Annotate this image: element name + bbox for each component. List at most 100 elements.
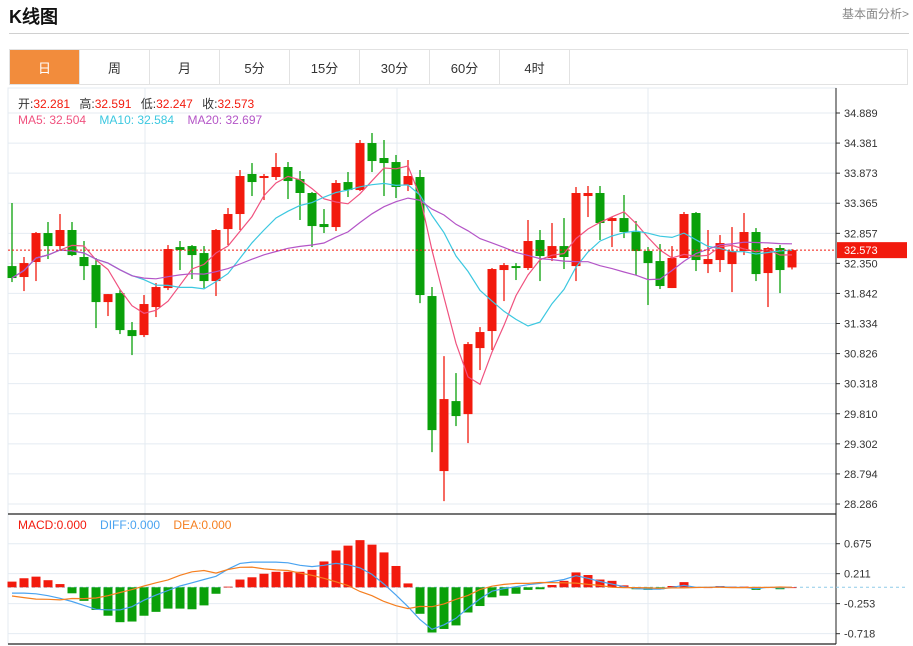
ohlc-legend: 开:32.281 高:32.591 低:32.247 收:32.573 xyxy=(18,95,264,112)
macd-bar xyxy=(271,571,281,588)
macd-y-tick-label: -0.253 xyxy=(844,599,875,611)
macd-y-tick-label: 0.211 xyxy=(844,569,871,581)
macd-bar xyxy=(547,584,557,588)
close-value: 32.573 xyxy=(217,97,255,111)
candle xyxy=(19,257,29,292)
low-value: 32.247 xyxy=(156,97,193,111)
candle xyxy=(487,268,497,351)
candle-body xyxy=(91,265,101,303)
candle-body xyxy=(175,247,185,251)
macd-bar xyxy=(283,571,293,588)
candle xyxy=(247,163,257,197)
y-tick-label: 28.794 xyxy=(844,469,878,481)
candle xyxy=(271,153,281,181)
candle xyxy=(307,192,317,248)
close-label: 收: xyxy=(202,97,218,111)
open-label: 开: xyxy=(18,97,34,111)
macd-bar xyxy=(571,572,581,588)
candle-body xyxy=(79,257,89,267)
candle-body xyxy=(451,401,461,417)
candle xyxy=(463,342,473,444)
macd-bar xyxy=(355,540,365,588)
candle xyxy=(535,230,545,282)
candle xyxy=(643,247,653,306)
candle-body xyxy=(43,233,53,247)
y-tick-label: 33.365 xyxy=(844,198,878,210)
candle-body xyxy=(787,250,797,268)
candle xyxy=(235,170,245,231)
y-tick-label: 32.350 xyxy=(844,258,878,270)
candle xyxy=(55,214,65,251)
y-tick-label: 33.873 xyxy=(844,168,878,180)
ma20-value: MA20: 32.697 xyxy=(187,113,263,127)
low-label: 低: xyxy=(140,97,157,111)
candle-body xyxy=(475,332,485,349)
ma10-value: MA10: 32.584 xyxy=(99,113,175,127)
candle-body xyxy=(571,193,581,267)
candle xyxy=(475,327,485,371)
macd-bar xyxy=(19,578,29,588)
candle-body xyxy=(619,218,629,233)
candle-body xyxy=(307,193,317,227)
candle-body xyxy=(391,162,401,188)
macd-bar xyxy=(415,587,425,614)
y-tick-label: 30.318 xyxy=(844,379,878,391)
candle-body xyxy=(103,294,113,303)
candle xyxy=(343,172,353,198)
candle-body xyxy=(379,158,389,164)
macd-bar xyxy=(367,544,377,588)
candle xyxy=(607,217,617,248)
candle-body xyxy=(271,167,281,178)
macd-y-tick-label: -0.718 xyxy=(844,629,875,641)
candle xyxy=(775,245,785,294)
macd-bar xyxy=(307,569,317,588)
candle xyxy=(619,195,629,239)
candle xyxy=(595,186,605,241)
candle xyxy=(367,133,377,173)
candle-body xyxy=(559,246,569,258)
candle xyxy=(703,230,713,274)
candle xyxy=(499,263,509,302)
candle-body xyxy=(223,214,233,230)
candle-body xyxy=(535,240,545,257)
candle xyxy=(7,203,17,283)
candle-body xyxy=(367,143,377,162)
macd-bar xyxy=(427,587,437,633)
macd-bar xyxy=(175,587,185,609)
high-label: 高: xyxy=(79,97,95,111)
macd-bar xyxy=(559,580,569,588)
candle-body xyxy=(199,253,209,282)
candle xyxy=(631,221,641,276)
candle-body xyxy=(331,182,341,228)
y-tick-label: 30.826 xyxy=(844,349,878,361)
candle xyxy=(727,227,737,293)
candle xyxy=(319,209,329,234)
macd-bar xyxy=(403,583,413,588)
candle xyxy=(523,220,533,271)
macd-bar xyxy=(583,575,593,588)
candle-body xyxy=(439,399,449,472)
candle xyxy=(511,263,521,281)
macd-bar xyxy=(55,584,65,588)
macd-bar xyxy=(103,587,113,616)
macd-bar xyxy=(487,587,497,598)
macd-bar xyxy=(523,587,533,590)
candle-body xyxy=(487,269,497,332)
candle xyxy=(583,186,593,218)
candle xyxy=(763,247,773,308)
candle xyxy=(331,180,341,232)
candle xyxy=(283,162,293,200)
chart-frame xyxy=(7,87,837,645)
candle xyxy=(211,229,221,297)
y-tick-label: 34.381 xyxy=(844,138,878,150)
candle-body xyxy=(283,167,293,182)
macd-y-tick-label: 0.675 xyxy=(844,539,872,551)
candle xyxy=(787,249,797,270)
candle xyxy=(151,283,161,318)
candle-body xyxy=(631,232,641,252)
open-value: 32.281 xyxy=(33,97,71,111)
candle-body xyxy=(511,266,521,269)
candle-body xyxy=(643,251,653,264)
macd-bar xyxy=(199,587,209,606)
y-tick-label: 34.889 xyxy=(844,108,878,120)
